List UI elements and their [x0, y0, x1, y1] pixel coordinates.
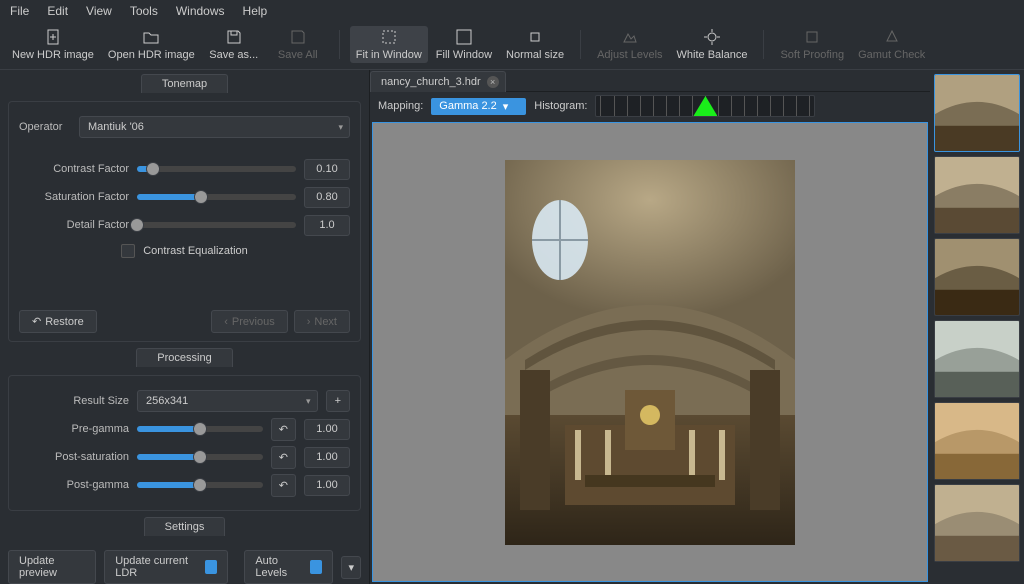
pre-gamma-value[interactable]: 1.00: [304, 419, 350, 440]
fit-window-icon: [380, 28, 398, 46]
checkbox-on-icon: [205, 560, 217, 574]
post-gamma-slider[interactable]: [137, 482, 263, 488]
post-gamma-label: Post-gamma: [19, 479, 129, 491]
tab-settings[interactable]: Settings: [144, 517, 226, 536]
white-balance-button[interactable]: White Balance: [671, 26, 754, 63]
tonemap-panel: Operator Mantiuk '06 ▾ Contrast Factor 0…: [8, 101, 361, 342]
menu-help[interactable]: Help: [243, 4, 268, 18]
contrast-eq-label: Contrast Equalization: [143, 245, 248, 257]
chevron-left-icon: ‹: [224, 316, 228, 328]
chevron-down-icon: ▾: [503, 100, 509, 113]
tab-tonemap[interactable]: Tonemap: [141, 74, 228, 93]
hdr-image-preview: [505, 160, 795, 545]
saturation-slider[interactable]: [137, 194, 296, 200]
pre-gamma-reset[interactable]: ↶: [271, 418, 296, 441]
auto-levels-toggle[interactable]: Auto Levels: [244, 550, 333, 584]
document-name: nancy_church_3.hdr: [381, 76, 481, 88]
restore-button[interactable]: ↶Restore: [19, 310, 97, 333]
post-sat-reset[interactable]: ↶: [271, 446, 296, 469]
post-sat-label: Post-saturation: [19, 451, 129, 463]
update-ldr-toggle[interactable]: Update current LDR: [104, 550, 228, 584]
update-preview-toggle[interactable]: Update preview: [8, 550, 96, 584]
menu-file[interactable]: File: [10, 4, 29, 18]
save-all-icon: [289, 28, 307, 46]
thumbnail[interactable]: [934, 484, 1020, 562]
chevron-down-icon: ▾: [348, 561, 354, 574]
close-icon[interactable]: ×: [487, 76, 499, 88]
add-size-button[interactable]: +: [326, 390, 350, 412]
mapping-select[interactable]: Gamma 2.2▾: [431, 98, 526, 115]
detail-slider[interactable]: [137, 222, 296, 228]
save-as-button[interactable]: Save as...: [203, 26, 265, 63]
menu-windows[interactable]: Windows: [176, 4, 225, 18]
chevron-right-icon: ›: [307, 316, 311, 328]
adjust-levels-button: Adjust Levels: [591, 26, 668, 63]
new-hdr-button[interactable]: New HDR image: [6, 26, 100, 63]
thumbnail[interactable]: [934, 320, 1020, 398]
thumbnail[interactable]: [934, 402, 1020, 480]
auto-levels-menu[interactable]: ▾: [341, 556, 361, 579]
document-tab[interactable]: nancy_church_3.hdr ×: [370, 71, 506, 92]
thumbnail[interactable]: [934, 74, 1020, 152]
result-size-label: Result Size: [19, 395, 129, 407]
tab-processing[interactable]: Processing: [136, 348, 232, 367]
thumbnail[interactable]: [934, 156, 1020, 234]
soft-proof-button: Soft Proofing: [774, 26, 850, 63]
contrast-label: Contrast Factor: [19, 163, 129, 175]
post-gamma-reset[interactable]: ↶: [271, 474, 296, 497]
pre-gamma-slider[interactable]: [137, 426, 263, 432]
checkbox-on-icon: [310, 560, 322, 574]
operator-label: Operator: [19, 121, 71, 133]
gamut-check-icon: [883, 28, 901, 46]
reset-icon: ↶: [279, 451, 288, 464]
normal-size-icon: [526, 28, 544, 46]
save-all-button: Save All: [267, 26, 329, 63]
soft-proof-icon: [803, 28, 821, 46]
histogram: [595, 95, 815, 117]
fill-window-icon: [455, 28, 473, 46]
normal-size-button[interactable]: Normal size: [500, 26, 570, 63]
new-file-icon: [44, 28, 62, 46]
menu-edit[interactable]: Edit: [47, 4, 68, 18]
contrast-eq-checkbox[interactable]: [121, 244, 135, 258]
white-balance-icon: [703, 28, 721, 46]
fill-window-button[interactable]: Fill Window: [430, 26, 498, 63]
histogram-label: Histogram:: [534, 100, 587, 112]
next-button: ›Next: [294, 310, 350, 333]
open-hdr-button[interactable]: Open HDR image: [102, 26, 201, 63]
chevron-down-icon: ▾: [306, 396, 311, 407]
result-size-select[interactable]: 256x341 ▾: [137, 390, 318, 412]
gamut-check-button: Gamut Check: [852, 26, 931, 63]
thumbnail-panel: [930, 70, 1024, 584]
pre-gamma-label: Pre-gamma: [19, 423, 129, 435]
previous-button: ‹Previous: [211, 310, 287, 333]
processing-panel: Result Size 256x341 ▾ + Pre-gamma ↶ 1.00…: [8, 375, 361, 511]
save-icon: [225, 28, 243, 46]
contrast-value[interactable]: 0.10: [304, 159, 350, 180]
reset-icon: ↶: [279, 423, 288, 436]
saturation-label: Saturation Factor: [19, 191, 129, 203]
operator-select[interactable]: Mantiuk '06 ▾: [79, 116, 350, 138]
menu-tools[interactable]: Tools: [130, 4, 158, 18]
chevron-down-icon: ▾: [338, 122, 343, 133]
saturation-value[interactable]: 0.80: [304, 187, 350, 208]
post-gamma-value[interactable]: 1.00: [304, 475, 350, 496]
fit-window-button[interactable]: Fit in Window: [350, 26, 428, 63]
folder-open-icon: [142, 28, 160, 46]
mapping-label: Mapping:: [378, 100, 423, 112]
thumbnail[interactable]: [934, 238, 1020, 316]
reset-icon: ↶: [279, 479, 288, 492]
detail-value[interactable]: 1.0: [304, 215, 350, 236]
contrast-slider[interactable]: [137, 166, 296, 172]
levels-icon: [621, 28, 639, 46]
post-sat-value[interactable]: 1.00: [304, 447, 350, 468]
image-viewport[interactable]: [372, 122, 928, 582]
detail-label: Detail Factor: [19, 219, 129, 231]
post-sat-slider[interactable]: [137, 454, 263, 460]
undo-icon: ↶: [32, 315, 41, 328]
menu-view[interactable]: View: [86, 4, 112, 18]
